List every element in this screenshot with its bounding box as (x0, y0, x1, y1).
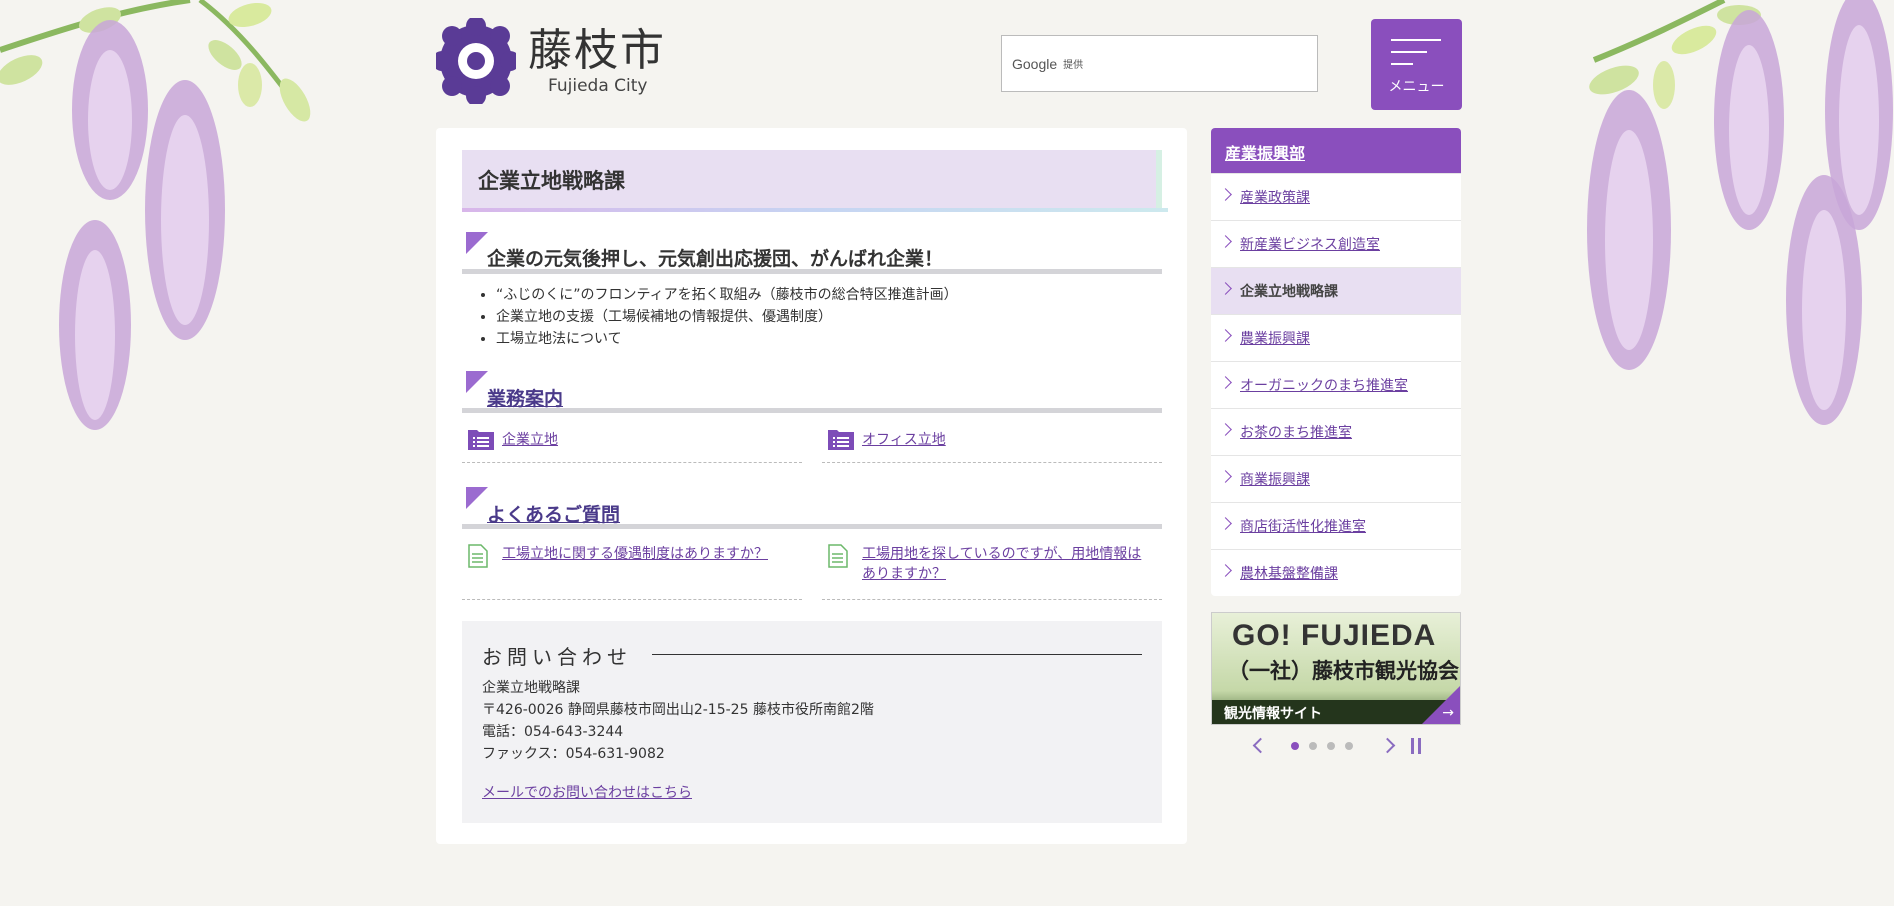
list-item: 企業立地の支援（工場候補地の情報提供、優遇制度） (496, 306, 958, 328)
section-heading-text: 企業の元気後押し、元気創出応援団、がんばれ企業！ (487, 248, 944, 270)
main-content: 企業立地戦略課 企業の元気後押し、元気創出応援団、がんばれ企業！ “ふじのくに”… (436, 128, 1187, 844)
section-heading-business: 業務案内 (462, 371, 1162, 413)
sidebar-item[interactable]: 農林基盤整備課 (1211, 549, 1461, 596)
pause-button[interactable] (1410, 738, 1422, 754)
folder-list-icon (828, 430, 854, 450)
sidebar-item-label[interactable]: お茶のまち推進室 (1240, 422, 1352, 442)
sidebar-heading-link[interactable]: 産業振興部 (1225, 144, 1305, 163)
chevron-right-icon (1219, 329, 1232, 342)
list-item: “ふじのくに”のフロンティアを拓く取組み（藤枝市の総合特区推進計画） (496, 284, 958, 306)
slide-dot[interactable] (1309, 742, 1317, 750)
google-label: Google (1012, 55, 1058, 72)
site-search[interactable]: Google 提供 (1001, 35, 1318, 92)
business-link[interactable]: 企業立地 (502, 430, 558, 450)
menu-button[interactable]: メニュー (1371, 19, 1462, 110)
menu-label: メニュー (1388, 79, 1445, 95)
document-icon (468, 544, 488, 568)
chevron-right-icon (1219, 517, 1232, 530)
search-input[interactable] (1072, 36, 1312, 91)
slide-dot[interactable] (1345, 742, 1353, 750)
list-item: 工場立地法について (496, 328, 958, 350)
city-emblem-icon (436, 18, 516, 104)
sidebar-item-label[interactable]: オーガニックのまち推進室 (1240, 375, 1408, 395)
contact-mail-link[interactable]: メールでのお問い合わせはこちら (482, 782, 692, 802)
faq-link[interactable]: 工場用地を探しているのですが、用地情報はありますか？ (862, 544, 1152, 584)
section-heading-faq: よくあるご質問 (462, 487, 1162, 529)
section-heading-link[interactable]: よくあるご質問 (487, 500, 620, 527)
sidebar-item[interactable]: お茶のまち推進室 (1211, 408, 1461, 455)
banner-slider-controls (1245, 733, 1430, 759)
chevron-right-icon (1219, 376, 1232, 389)
sidebar-item[interactable]: オーガニックのまち推進室 (1211, 361, 1461, 408)
sidebar-item-label[interactable]: 農林基盤整備課 (1240, 563, 1338, 583)
sidebar-item-label[interactable]: 農業振興課 (1240, 328, 1310, 348)
chevron-right-icon (1219, 235, 1232, 248)
slide-dot[interactable] (1327, 742, 1335, 750)
arrow-right-icon: → (1442, 705, 1454, 721)
sidebar-item[interactable]: 農業振興課 (1211, 314, 1461, 361)
site-name-jp: 藤枝市 (528, 25, 666, 76)
site-logo[interactable]: 藤枝市 Fujieda City (436, 18, 666, 104)
business-card-1[interactable]: 企業立地 (462, 422, 802, 463)
chevron-right-icon (1219, 282, 1232, 295)
prev-slide-button[interactable] (1252, 737, 1269, 754)
chevron-right-icon (1219, 470, 1232, 483)
wisteria-decoration-right (1587, 0, 1893, 425)
sidebar-item[interactable]: 新産業ビジネス創造室 (1211, 220, 1461, 267)
contact-heading: お問い合わせ (482, 645, 632, 669)
next-slide-button[interactable] (1379, 737, 1396, 754)
banner-organization: （一社）藤枝市観光協会 (1228, 659, 1459, 683)
sidebar-item[interactable]: 産業政策課 (1211, 173, 1461, 220)
faq-card-2[interactable]: 工場用地を探しているのですが、用地情報はありますか？ (822, 538, 1162, 600)
page-title-box: 企業立地戦略課 (462, 150, 1168, 212)
document-icon (828, 544, 848, 568)
site-header: 藤枝市 Fujieda City Google 提供 メニュー (436, 18, 1462, 110)
chevron-right-icon (1219, 564, 1232, 577)
sidebar-item[interactable]: 商業振興課 (1211, 455, 1461, 502)
heading-triangle-icon (466, 487, 488, 509)
site-name-en: Fujieda City (548, 76, 648, 96)
sidebar-item-label[interactable]: 新産業ビジネス創造室 (1240, 234, 1380, 254)
chevron-right-icon (1219, 188, 1232, 201)
sidebar-nav: 産業振興部 産業政策課 新産業ビジネス創造室 企業立地戦略課 農業振興課 オーガ… (1211, 128, 1461, 596)
section-heading-link[interactable]: 業務案内 (487, 384, 563, 411)
sidebar-item-label[interactable]: 商店街活性化推進室 (1240, 516, 1366, 536)
page-title: 企業立地戦略課 (478, 169, 625, 193)
heading-triangle-icon (466, 232, 488, 254)
business-card-2[interactable]: オフィス立地 (822, 422, 1162, 463)
menu-icon (1391, 39, 1441, 69)
contact-dept: 企業立地戦略課 (482, 680, 580, 696)
section-heading-intro: 企業の元気後押し、元気創出応援団、がんばれ企業！ (462, 232, 1162, 274)
business-link[interactable]: オフィス立地 (862, 430, 946, 450)
sidebar-item-label[interactable]: 産業政策課 (1240, 187, 1310, 207)
slide-dot[interactable] (1291, 742, 1299, 750)
folder-list-icon (468, 430, 494, 450)
sidebar-item-label: 企業立地戦略課 (1240, 284, 1338, 300)
banner-corner (1422, 686, 1460, 724)
sidebar-item-label[interactable]: 商業振興課 (1240, 469, 1310, 489)
banner-title: GO! FUJIEDA (1232, 619, 1437, 652)
sidebar-item-current: 企業立地戦略課 (1211, 267, 1461, 314)
chevron-right-icon (1219, 423, 1232, 436)
wisteria-decoration-left (0, 0, 311, 430)
contact-fax: ファックス：054-631-9082 (482, 746, 665, 762)
sidebar-heading: 産業振興部 (1211, 128, 1461, 173)
sidebar-item[interactable]: 商店街活性化推進室 (1211, 502, 1461, 549)
contact-address: 〒426-0026 静岡県藤枝市岡出山2-15-25 藤枝市役所南館2階 (482, 702, 874, 718)
faq-link[interactable]: 工場立地に関する優遇制度はありますか？ (502, 544, 768, 564)
intro-list: “ふじのくに”のフロンティアを拓く取組み（藤枝市の総合特区推進計画） 企業立地の… (496, 284, 958, 350)
contact-divider (652, 654, 1142, 655)
contact-phone: 電話：054-643-3244 (482, 724, 624, 740)
heading-triangle-icon (466, 371, 488, 393)
contact-box: お問い合わせ 企業立地戦略課 〒426-0026 静岡県藤枝市岡出山2-15-2… (462, 621, 1162, 823)
tourism-banner[interactable]: GO! FUJIEDA （一社）藤枝市観光協会 観光情報サイト → (1211, 612, 1461, 725)
faq-card-1[interactable]: 工場立地に関する優遇制度はありますか？ (462, 538, 802, 600)
